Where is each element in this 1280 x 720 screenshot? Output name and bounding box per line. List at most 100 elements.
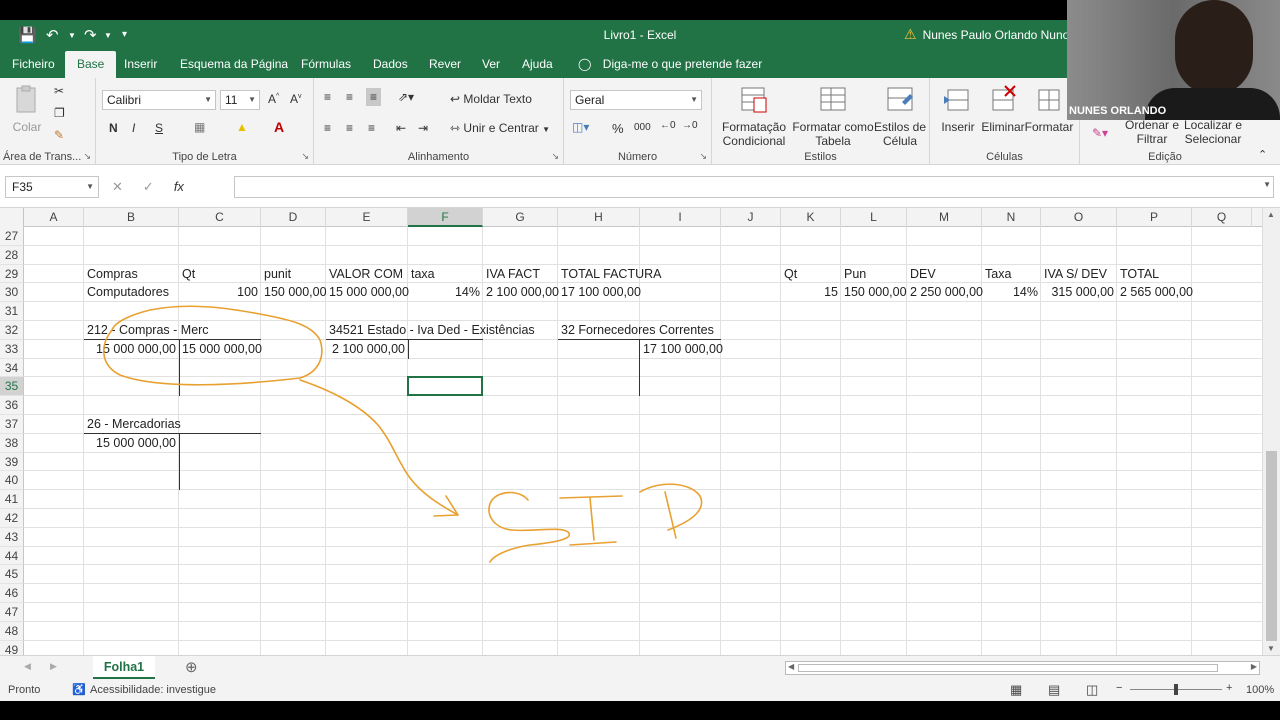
scroll-up-icon[interactable]: ▲: [1267, 210, 1275, 219]
tab-esquema[interactable]: Esquema da Página: [168, 51, 300, 78]
selected-cell[interactable]: [407, 376, 483, 397]
number-launcher-icon[interactable]: ↘: [699, 151, 707, 162]
find-select-button[interactable]: Localizar e Selecionar: [1180, 118, 1246, 146]
column-header-E[interactable]: E: [326, 208, 408, 227]
column-header-O[interactable]: O: [1041, 208, 1117, 227]
font-size-combo[interactable]: 11 ▼: [220, 90, 260, 110]
select-all-corner[interactable]: [0, 208, 24, 227]
align-middle-icon[interactable]: ≡: [346, 90, 353, 104]
increase-font-icon[interactable]: A^: [268, 92, 279, 106]
column-header-Q[interactable]: Q: [1192, 208, 1252, 227]
tab-inserir[interactable]: Inserir: [112, 51, 169, 78]
copy-icon[interactable]: ❐: [54, 106, 65, 120]
sort-filter-button[interactable]: Ordenar e Filtrar: [1124, 118, 1180, 146]
wrap-text-button[interactable]: ↩ Moldar Texto: [450, 92, 532, 106]
row-header-37[interactable]: 37: [0, 415, 24, 434]
name-box[interactable]: F35 ▼: [5, 176, 99, 198]
row-header-46[interactable]: 46: [0, 584, 24, 603]
align-top-icon[interactable]: ≡: [324, 90, 331, 104]
tab-dados[interactable]: Dados: [361, 51, 420, 78]
row-header-27[interactable]: 27: [0, 227, 24, 246]
paste-button[interactable]: Colar: [4, 84, 50, 134]
row-header-30[interactable]: 30: [0, 283, 24, 303]
underline-button[interactable]: S: [155, 121, 163, 135]
page-break-icon[interactable]: ◫: [1086, 682, 1098, 698]
align-right-icon[interactable]: ≡: [368, 121, 375, 135]
sheet-tab-folha1[interactable]: Folha1: [93, 656, 155, 680]
decrease-indent-icon[interactable]: ⇤: [396, 121, 406, 135]
normal-view-icon[interactable]: ▦: [1010, 682, 1022, 698]
spreadsheet-grid[interactable]: ABCDEFGHIJKLMNOPQ 27 28 29 30 31 32 33 34 35 36 37…: [0, 208, 1262, 655]
row-header-47[interactable]: 47: [0, 603, 24, 622]
row-header-33[interactable]: 33: [0, 339, 24, 359]
column-header-K[interactable]: K: [781, 208, 841, 227]
accessibility-status[interactable]: Acessibilidade: investigue: [90, 684, 216, 696]
row-header-38[interactable]: 38: [0, 433, 24, 453]
row-header-34[interactable]: 34: [0, 358, 24, 378]
column-header-F[interactable]: F: [408, 208, 483, 227]
cell-styles-button[interactable]: Estilos de Célula: [872, 84, 928, 148]
column-header-I[interactable]: I: [640, 208, 721, 227]
decrease-decimal-icon[interactable]: →0: [682, 120, 698, 131]
insert-function-button[interactable]: fx: [174, 179, 184, 195]
orientation-icon[interactable]: ⇗▾: [398, 90, 414, 104]
thousands-button[interactable]: 000: [634, 122, 651, 133]
tab-formulas[interactable]: Fórmulas: [289, 51, 363, 78]
row-header-49[interactable]: 49: [0, 640, 24, 655]
number-format-combo[interactable]: Geral ▼: [570, 90, 702, 110]
tab-rever[interactable]: Rever: [417, 51, 473, 78]
format-as-table-button[interactable]: Formatar como Tabela: [792, 84, 874, 148]
increase-indent-icon[interactable]: ⇥: [418, 121, 428, 135]
increase-decimal-icon[interactable]: ←0: [660, 120, 676, 131]
clipboard-launcher-icon[interactable]: ↘: [83, 151, 91, 162]
column-header-G[interactable]: G: [483, 208, 558, 227]
row-header-45[interactable]: 45: [0, 565, 24, 585]
column-header-C[interactable]: C: [179, 208, 261, 227]
row-header-41[interactable]: 41: [0, 490, 24, 509]
row-header-29[interactable]: 29: [0, 264, 24, 284]
row-header-42[interactable]: 42: [0, 509, 24, 528]
row-header-39[interactable]: 39: [0, 452, 24, 472]
page-layout-icon[interactable]: ▤: [1048, 682, 1060, 698]
accounting-icon[interactable]: ◫▾: [572, 120, 589, 134]
vertical-scrollbar[interactable]: ▲ ▼: [1262, 208, 1280, 655]
bold-button[interactable]: N: [109, 121, 118, 135]
column-header-L[interactable]: L: [841, 208, 907, 227]
row-header-44[interactable]: 44: [0, 546, 24, 566]
alignment-launcher-icon[interactable]: ↘: [551, 151, 559, 162]
prev-sheet-icon[interactable]: ◀: [24, 661, 31, 672]
cut-icon[interactable]: ✂: [54, 84, 64, 98]
user-area[interactable]: ⚠ Nunes Paulo Orlando Nuno: [904, 26, 1069, 43]
enter-icon[interactable]: ✓: [143, 179, 154, 195]
row-header-48[interactable]: 48: [0, 621, 24, 641]
add-sheet-icon[interactable]: ⊕: [185, 658, 198, 676]
fill-color-icon[interactable]: ▲: [236, 120, 248, 134]
row-header-43[interactable]: 43: [0, 527, 24, 547]
insert-cells-button[interactable]: Inserir: [936, 84, 980, 134]
row-header-32[interactable]: 32: [0, 321, 24, 340]
horizontal-scrollbar[interactable]: ◀ ▶: [785, 661, 1260, 675]
column-header-D[interactable]: D: [261, 208, 326, 227]
next-sheet-icon[interactable]: ▶: [50, 661, 57, 672]
expand-formula-icon[interactable]: ▼: [1263, 180, 1271, 189]
format-painter-icon[interactable]: ✎: [54, 128, 64, 142]
column-header-B[interactable]: B: [84, 208, 179, 227]
column-header-H[interactable]: H: [558, 208, 640, 227]
merge-center-button[interactable]: ⇿ Unir e Centrar ▼: [450, 121, 550, 135]
font-color-icon[interactable]: A: [274, 119, 284, 135]
scroll-right-icon[interactable]: ▶: [1251, 662, 1257, 671]
clear-icon[interactable]: ✎▾: [1092, 126, 1108, 140]
row-header-40[interactable]: 40: [0, 471, 24, 491]
align-center-icon[interactable]: ≡: [346, 121, 353, 135]
conditional-format-button[interactable]: Formatação Condicional: [718, 84, 790, 148]
zoom-out-icon[interactable]: −: [1116, 682, 1122, 694]
row-header-28[interactable]: 28: [0, 245, 24, 265]
italic-button[interactable]: I: [132, 121, 135, 135]
align-left-icon[interactable]: ≡: [324, 121, 331, 135]
tab-base[interactable]: Base: [65, 51, 117, 78]
column-header-N[interactable]: N: [982, 208, 1041, 227]
formula-input[interactable]: [234, 176, 1274, 198]
font-name-combo[interactable]: Calibri ▼: [102, 90, 216, 110]
zoom-in-icon[interactable]: +: [1226, 682, 1232, 694]
scroll-down-icon[interactable]: ▼: [1267, 644, 1275, 653]
